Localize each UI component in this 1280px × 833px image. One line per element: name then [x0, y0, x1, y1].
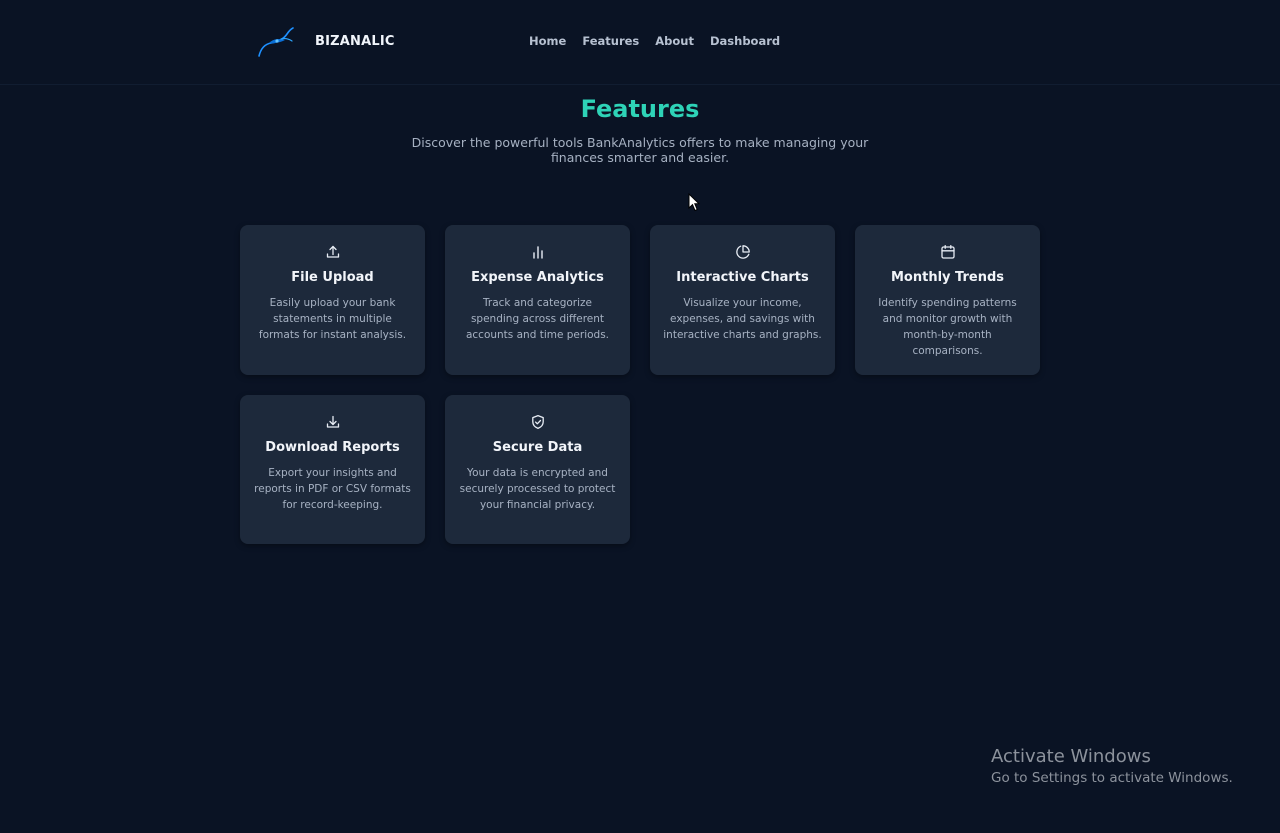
feature-card-secure-data: Secure Data Your data is encrypted and s…: [445, 395, 630, 544]
nav-dashboard-link[interactable]: Dashboard: [710, 34, 780, 48]
feature-description: Export your insights and reports in PDF …: [254, 467, 411, 511]
feature-card-monthly-trends: Monthly Trends Identify spending pattern…: [855, 225, 1040, 375]
feature-description: Identify spending patterns and monitor g…: [878, 297, 1017, 357]
calendar-icon: [940, 244, 955, 259]
feature-description: Your data is encrypted and securely proc…: [459, 467, 616, 511]
brand-name[interactable]: BIZANALIC: [315, 34, 395, 49]
bird-swoosh-icon[interactable]: [257, 26, 295, 58]
download-icon: [326, 415, 339, 428]
feature-title: Secure Data: [492, 440, 583, 455]
features-grid: File Upload Easily upload your bank stat…: [240, 225, 1040, 544]
nav-features-link[interactable]: Features: [582, 34, 639, 48]
windows-activation-watermark: Activate Windows Go to Settings to activ…: [991, 746, 1233, 786]
feature-title: Monthly Trends: [890, 270, 1004, 285]
feature-card-expense-analytics: Expense Analytics Track and categorize s…: [445, 225, 630, 375]
page-subtitle: Discover the powerful tools BankAnalytic…: [411, 135, 869, 165]
watermark-subtitle: Go to Settings to activate Windows.: [991, 770, 1233, 786]
watermark-title: Activate Windows: [991, 746, 1151, 767]
shield-check-icon: [531, 414, 544, 430]
bar-chart-icon: [532, 246, 543, 259]
navbar: BIZANALIC Home Features About Dashboard: [0, 0, 1280, 85]
pie-chart-icon: [735, 245, 750, 259]
feature-title: Interactive Charts: [676, 270, 809, 285]
nav-links: Home Features About Dashboard: [529, 34, 780, 48]
feature-card-download-reports: Download Reports Export your insights an…: [240, 395, 425, 544]
feature-title: File Upload: [291, 270, 374, 285]
mouse-cursor-icon: [688, 193, 700, 212]
feature-description: Visualize your income, expenses, and sav…: [663, 297, 822, 341]
upload-icon: [326, 245, 339, 258]
feature-description: Easily upload your bank statements in mu…: [258, 297, 407, 341]
page-title: Features: [580, 95, 700, 123]
nav-home-link[interactable]: Home: [529, 34, 566, 48]
feature-description: Track and categorize spending across dif…: [465, 297, 610, 341]
feature-title: Expense Analytics: [471, 270, 604, 285]
feature-title: Download Reports: [265, 440, 400, 455]
feature-card-file-upload: File Upload Easily upload your bank stat…: [240, 225, 425, 375]
feature-card-interactive-charts: Interactive Charts Visualize your income…: [650, 225, 835, 375]
nav-about-link[interactable]: About: [655, 34, 694, 48]
